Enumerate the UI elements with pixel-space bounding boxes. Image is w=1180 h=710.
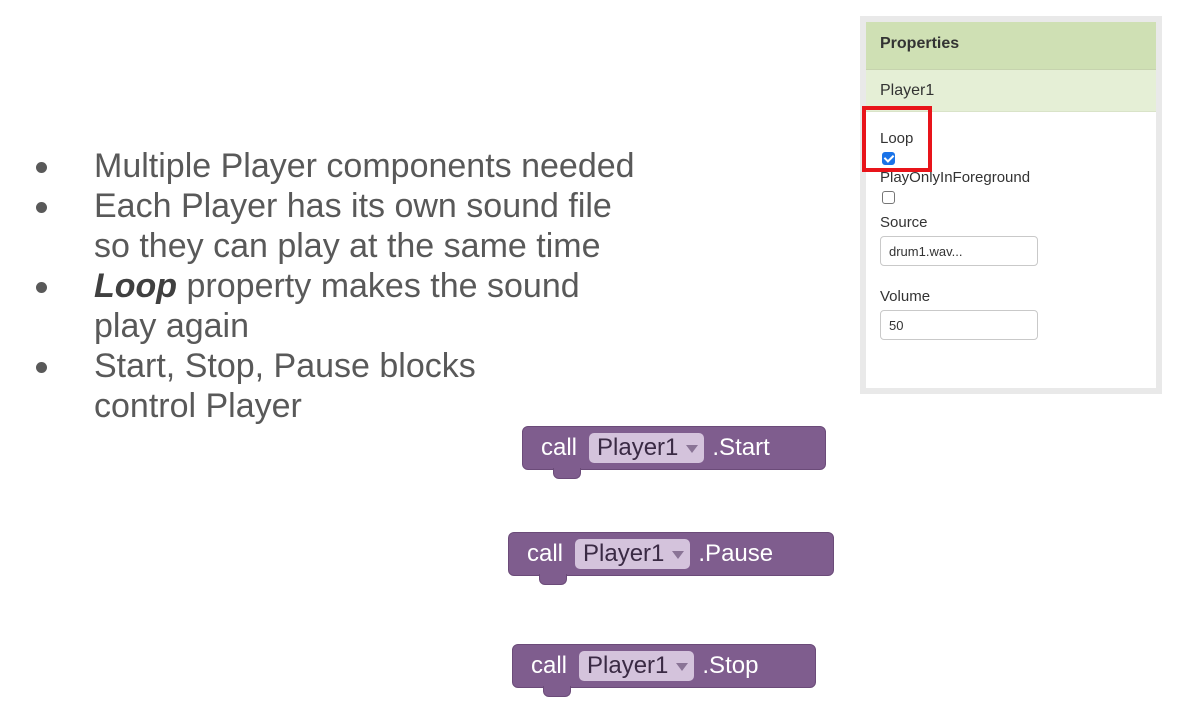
- player-start-block[interactable]: call Player1 .Start: [522, 426, 826, 479]
- source-field[interactable]: [880, 236, 1038, 266]
- component-dropdown-label: Player1: [587, 652, 669, 679]
- properties-panel-inner: Properties Player1 Loop PlayOnlyInForegr…: [866, 22, 1156, 388]
- bullet-item: Loop property makes the sound play again: [36, 266, 635, 346]
- loop-highlight-box: [862, 106, 932, 172]
- source-label: Source: [880, 214, 928, 231]
- properties-panel: Properties Player1 Loop PlayOnlyInForegr…: [860, 16, 1162, 394]
- dropdown-arrow-icon: [676, 663, 689, 671]
- bullet-text: Multiple Player components needed: [94, 147, 635, 185]
- bullet-dot: [36, 202, 47, 213]
- bullet-text: so they can play at the same time: [94, 227, 601, 265]
- component-dropdown[interactable]: Player1: [589, 433, 705, 463]
- dropdown-arrow-icon: [686, 445, 699, 453]
- play-only-in-foreground-checkbox[interactable]: [882, 191, 895, 204]
- bullet-item: Each Player has its own sound file so th…: [36, 186, 635, 266]
- component-dropdown-label: Player1: [583, 540, 665, 567]
- call-keyword: call: [531, 652, 568, 679]
- component-dropdown[interactable]: Player1: [579, 651, 695, 681]
- bullet-item: Start, Stop, Pause blocks control Player: [36, 346, 635, 426]
- bullet-dot: [36, 362, 47, 373]
- bullet-dot: [36, 282, 47, 293]
- player-pause-block[interactable]: call Player1 .Pause: [508, 532, 834, 585]
- bullet-text: Each Player has its own sound file: [94, 187, 612, 225]
- block-notch: [553, 468, 581, 479]
- bullet-emphasis: Loop: [94, 267, 178, 305]
- block-notch: [539, 574, 567, 585]
- bullet-text: property makes the sound: [177, 267, 580, 305]
- bullet-dot: [36, 162, 47, 173]
- bullet-text: play again: [94, 307, 250, 345]
- bullet-text: control Player: [94, 387, 302, 425]
- method-name: .Pause: [698, 540, 774, 567]
- call-keyword: call: [527, 540, 564, 567]
- component-dropdown[interactable]: Player1: [575, 539, 691, 569]
- bullet-text: Start, Stop, Pause blocks: [94, 347, 476, 385]
- block-notch: [543, 686, 571, 697]
- component-dropdown-label: Player1: [597, 434, 679, 461]
- dropdown-arrow-icon: [672, 551, 685, 559]
- method-name: .Start: [712, 434, 770, 461]
- slide: Multiple Player components needed Each P…: [0, 0, 1180, 710]
- properties-header: Properties: [866, 22, 1156, 70]
- call-keyword: call: [541, 434, 578, 461]
- player-stop-block[interactable]: call Player1 .Stop: [512, 644, 816, 697]
- bullet-text-line: Loop property makes the sound: [94, 266, 635, 306]
- bullet-item: Multiple Player components needed: [36, 146, 635, 186]
- bullet-list: Multiple Player components needed Each P…: [36, 146, 635, 426]
- volume-label: Volume: [880, 288, 931, 305]
- volume-field[interactable]: [880, 310, 1038, 340]
- method-name: .Stop: [702, 652, 759, 679]
